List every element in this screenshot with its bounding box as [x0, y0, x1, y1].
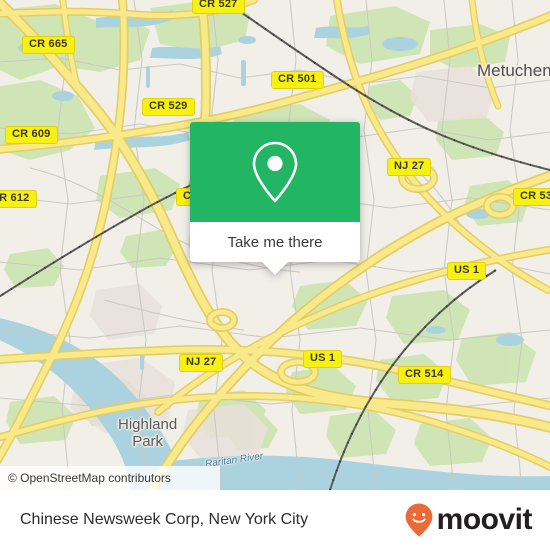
footer-bar: Chinese Newsweek Corp, New York City moo…	[0, 490, 550, 550]
place-label-highland-park: Highland Park	[118, 416, 177, 450]
road-shield: CR 531	[513, 188, 550, 206]
map-canvas[interactable]: CR 665 CR 529 CR 609 CR 527 CR 501 NJ 27…	[0, 0, 550, 490]
road-shield: CR 527	[192, 0, 245, 14]
road-shield: CR 665	[22, 36, 75, 54]
location-pin-icon	[252, 141, 298, 203]
moovit-map-screenshot: CR 665 CR 529 CR 609 CR 527 CR 501 NJ 27…	[0, 0, 550, 550]
place-title: Chinese Newsweek Corp, New York City	[20, 511, 309, 528]
place-label-line2: Park	[132, 433, 164, 450]
attribution-text: © OpenStreetMap contributors	[8, 471, 171, 485]
road-shield: CR 501	[271, 71, 324, 89]
road-shield: US 1	[447, 262, 487, 280]
road-shield: US 1	[303, 350, 343, 368]
moovit-logo[interactable]: moovit	[404, 502, 533, 538]
callout-pin-area	[190, 122, 360, 222]
road-shield: CR 612	[0, 190, 37, 208]
place-label-line1: Highland	[118, 416, 178, 433]
attribution-bar: © OpenStreetMap contributors	[0, 466, 220, 490]
location-callout[interactable]: Take me there	[190, 122, 360, 275]
road-shield: CR 514	[398, 366, 451, 384]
road-shield: NJ 27	[387, 158, 432, 176]
road-shield: NJ 27	[179, 354, 224, 372]
moovit-wordmark: moovit	[436, 503, 533, 536]
moovit-pin-icon	[405, 503, 433, 537]
road-shield: CR 609	[5, 126, 58, 144]
callout-pointer	[261, 261, 289, 275]
place-label-metuchen: Metuchen	[477, 61, 550, 80]
road-shield: CR 529	[142, 98, 195, 116]
take-me-there-button[interactable]: Take me there	[190, 222, 360, 262]
take-me-there-label: Take me there	[227, 233, 323, 251]
